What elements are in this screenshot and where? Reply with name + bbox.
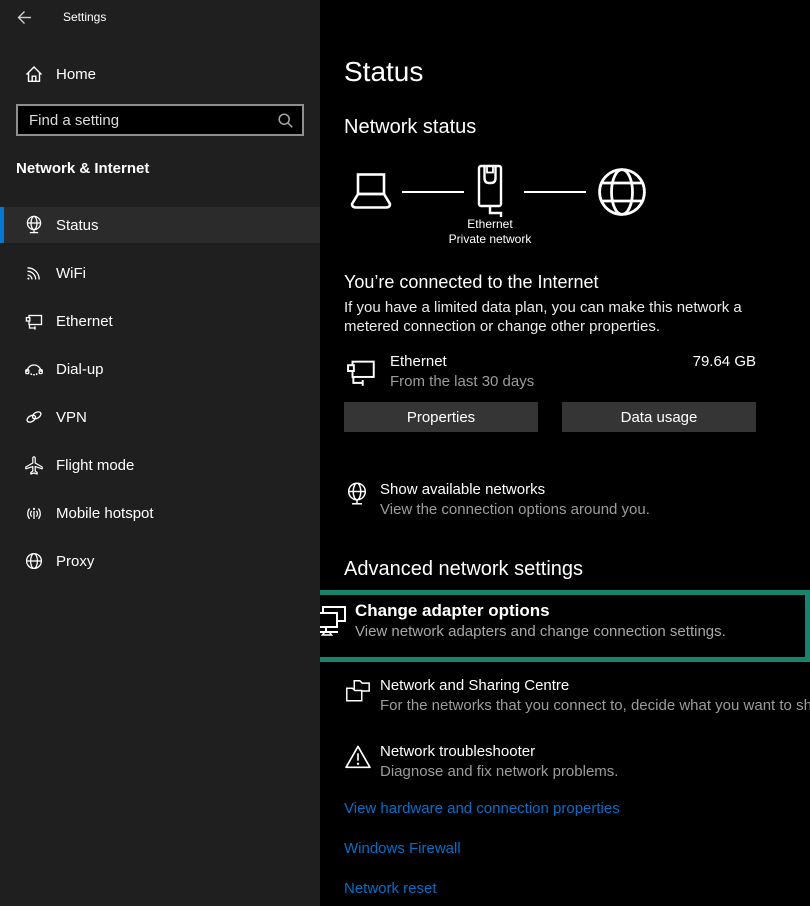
show-networks-title: Show available networks: [380, 480, 650, 500]
network-status-heading: Network status: [344, 114, 810, 140]
adapter-title: Change adapter options: [355, 600, 726, 622]
usage-period: From the last 30 days: [390, 372, 693, 392]
ethernet-icon: [24, 311, 44, 331]
status-page: Status Network status: [320, 0, 810, 906]
diagram-labels: Ethernet Private network: [449, 217, 532, 247]
vpn-icon: [24, 407, 44, 427]
change-adapter-options-item[interactable]: Change adapter options View network adap…: [320, 590, 810, 662]
ethernet-plug-icon: [474, 164, 506, 220]
search-box[interactable]: [16, 104, 304, 136]
sidebar-item-vpn[interactable]: VPN: [0, 399, 320, 435]
laptop-icon: [344, 172, 398, 212]
network-sharing-centre-item[interactable]: Network and Sharing Centre For the netwo…: [344, 676, 810, 716]
settings-sidebar: Settings Home Network & Internet: [0, 0, 320, 906]
show-networks-desc: View the connection options around you.: [380, 500, 650, 520]
network-type-label: Private network: [449, 232, 532, 247]
connection-label: Ethernet: [449, 217, 532, 232]
back-button[interactable]: [16, 8, 34, 26]
mobile-hotspot-icon: [24, 503, 44, 523]
sidebar-nav: Status WiFi: [0, 207, 320, 579]
sidebar-item-ethernet[interactable]: Ethernet: [0, 303, 320, 339]
sidebar-home-label: Home: [56, 66, 96, 83]
data-usage-button[interactable]: Data usage: [562, 402, 756, 432]
sharing-centre-icon: [344, 676, 380, 705]
page-title: Status: [344, 54, 810, 90]
sidebar-item-wifi[interactable]: WiFi: [0, 255, 320, 291]
view-hardware-properties-link[interactable]: View hardware and connection properties: [344, 800, 810, 818]
adapter-desc: View network adapters and change connect…: [355, 622, 726, 642]
sidebar-item-label: Mobile hotspot: [56, 505, 154, 522]
sidebar-item-label: VPN: [56, 409, 87, 426]
search-input[interactable]: [27, 111, 277, 130]
diagram-icons: Ethernet Private network: [344, 164, 648, 220]
sidebar-item-label: Proxy: [56, 553, 94, 570]
sidebar-item-label: Status: [56, 217, 99, 234]
troubleshooter-texts: Network troubleshooter Diagnose and fix …: [380, 742, 618, 782]
connected-description: If you have a limited data plan, you can…: [344, 298, 768, 336]
ethernet-usage-icon: [344, 352, 390, 388]
usage-amount: 79.64 GB: [693, 352, 756, 372]
sidebar-item-dialup[interactable]: Dial-up: [0, 351, 320, 387]
sidebar-item-flight-mode[interactable]: Flight mode: [0, 447, 320, 483]
data-usage-row: Ethernet From the last 30 days 79.64 GB: [344, 352, 756, 392]
wifi-icon: [24, 263, 44, 283]
sidebar-item-label: Ethernet: [56, 313, 113, 330]
app-title: Settings: [63, 10, 106, 24]
adapter-icon: [320, 600, 355, 641]
troubleshooter-desc: Diagnose and fix network problems.: [380, 762, 618, 782]
sidebar-item-mobile-hotspot[interactable]: Mobile hotspot: [0, 495, 320, 531]
available-networks-globe-icon: [344, 480, 380, 507]
sidebar-item-label: WiFi: [56, 265, 86, 282]
sharing-centre-desc: For the networks that you connect to, de…: [380, 696, 810, 716]
proxy-globe-icon: [24, 551, 44, 571]
adapter-texts: Change adapter options View network adap…: [355, 600, 726, 642]
internet-globe-icon: [596, 166, 648, 218]
ethernet-plug-wrap: Ethernet Private network: [474, 164, 506, 220]
connected-heading: You’re connected to the Internet: [344, 270, 810, 294]
network-reset-link[interactable]: Network reset: [344, 880, 810, 898]
usage-texts: Ethernet From the last 30 days: [390, 352, 693, 392]
windows-firewall-link[interactable]: Windows Firewall: [344, 840, 810, 858]
button-row: Properties Data usage: [344, 402, 810, 432]
titlebar: Settings: [0, 0, 320, 34]
connector-line: [524, 191, 586, 193]
home-icon: [24, 64, 44, 84]
sharing-centre-title: Network and Sharing Centre: [380, 676, 810, 696]
sidebar-item-label: Dial-up: [56, 361, 104, 378]
dialup-icon: [24, 359, 44, 379]
warning-triangle-icon: [344, 742, 380, 770]
sidebar-item-home[interactable]: Home: [0, 56, 320, 92]
usage-network-name: Ethernet: [390, 352, 693, 372]
network-diagram: Ethernet Private network: [344, 164, 810, 250]
troubleshooter-title: Network troubleshooter: [380, 742, 618, 762]
status-globe-icon: [24, 215, 44, 235]
search-icon: [277, 112, 294, 129]
connector-line: [402, 191, 464, 193]
back-arrow-icon: [16, 9, 33, 26]
sidebar-section-heading: Network & Internet: [16, 160, 304, 177]
advanced-settings-heading: Advanced network settings: [344, 556, 810, 582]
properties-button[interactable]: Properties: [344, 402, 538, 432]
sidebar-item-label: Flight mode: [56, 457, 134, 474]
sharing-centre-texts: Network and Sharing Centre For the netwo…: [380, 676, 810, 716]
sidebar-item-proxy[interactable]: Proxy: [0, 543, 320, 579]
network-troubleshooter-item[interactable]: Network troubleshooter Diagnose and fix …: [344, 742, 810, 782]
show-networks-texts: Show available networks View the connect…: [380, 480, 650, 520]
show-available-networks-item[interactable]: Show available networks View the connect…: [344, 480, 810, 520]
flight-mode-icon: [24, 455, 44, 475]
sidebar-item-status[interactable]: Status: [0, 207, 320, 243]
